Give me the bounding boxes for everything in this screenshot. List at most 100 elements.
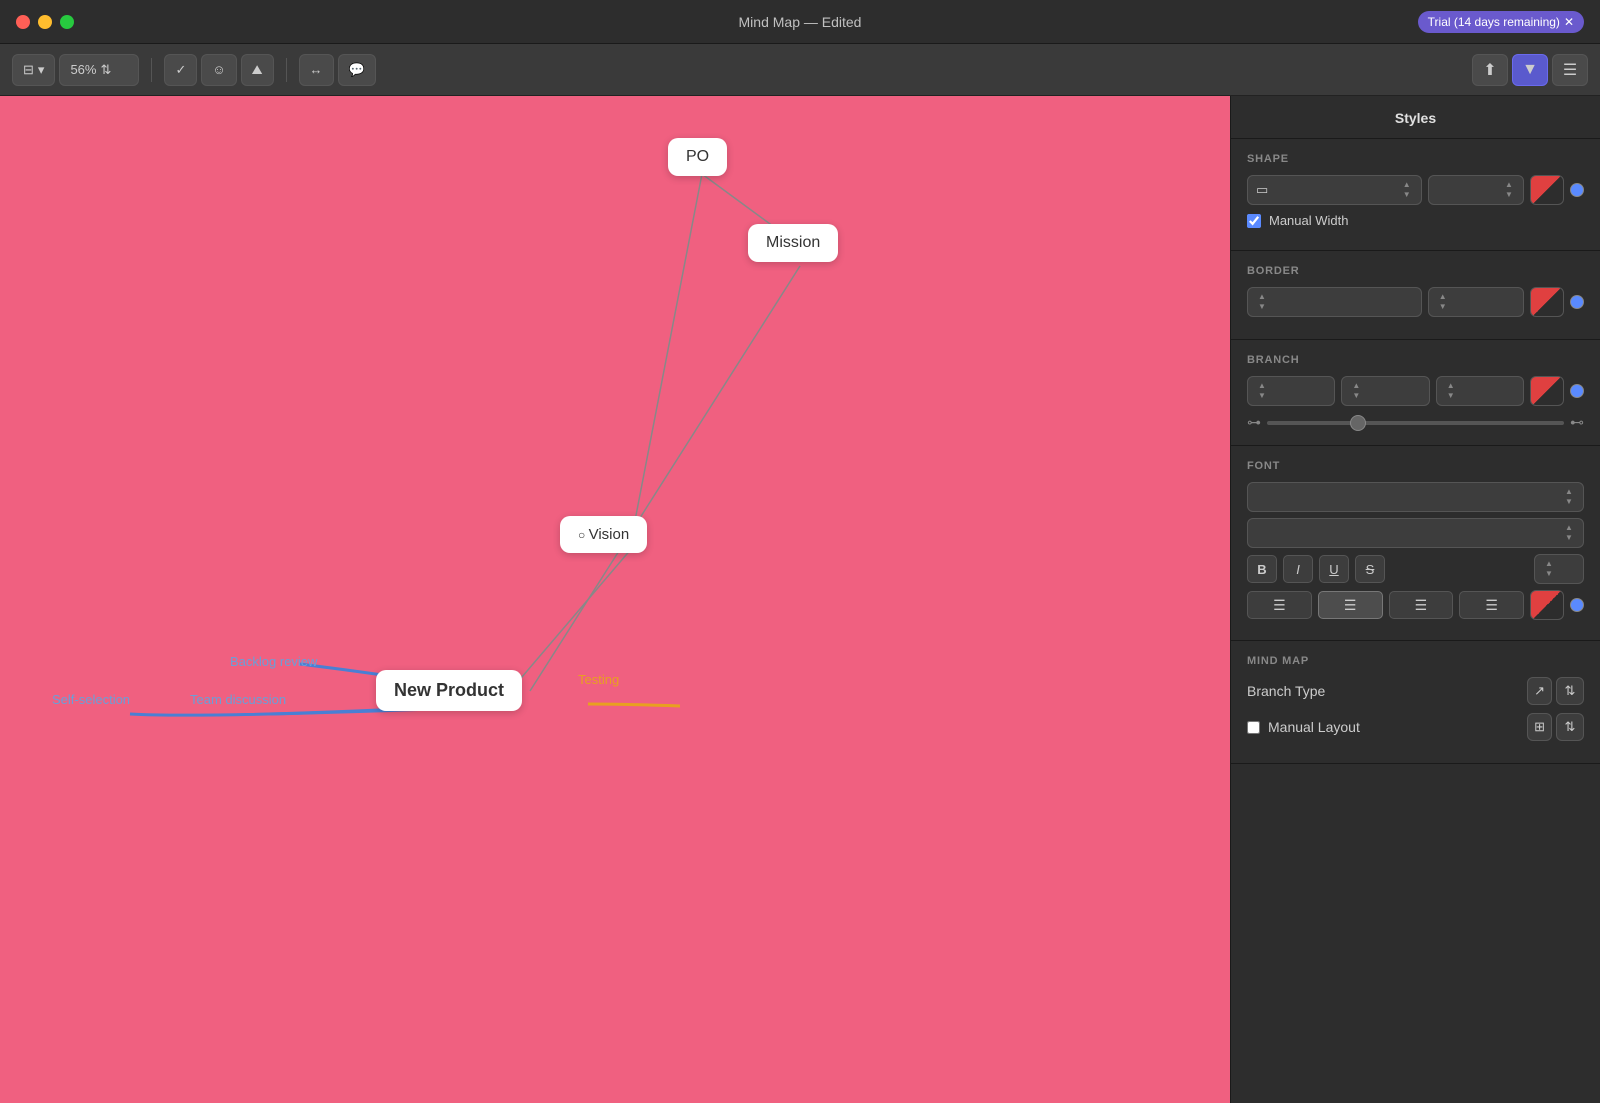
shape-color-swatch[interactable] [1530,175,1564,205]
font-section: FONT ▲▼ ▲▼ B I U S ▲▼ ☰ ☰ [1231,446,1600,641]
manual-layout-control: ⊞ ⇅ [1527,713,1584,741]
shape-section: SHAPE ▭ ▲▼ ▲▼ Manual Width [1231,139,1600,251]
align-justify-button[interactable]: ☰ [1459,591,1524,619]
node-vision[interactable]: Vision [560,516,647,553]
manual-layout-checkbox[interactable] [1247,721,1260,734]
comment-button[interactable]: 💬 [338,54,376,86]
connections-svg [0,96,1230,1103]
zoom-value: 56% [70,62,96,77]
font-color-dot[interactable] [1570,598,1584,612]
branch-thickness-slider[interactable] [1267,421,1564,425]
branch-color-swatch[interactable] [1530,376,1564,406]
canvas[interactable]: PO Mission Vision New Product Backlog re… [0,96,1230,1103]
align-center-button[interactable]: ☰ [1318,591,1383,619]
label-self-selection: Self-selection [52,692,130,707]
border-style-selector[interactable]: ▲▼ [1247,287,1422,317]
minimize-button[interactable] [38,15,52,29]
font-size-stepper[interactable]: ▲▼ [1534,554,1584,584]
manual-layout-stepper[interactable]: ⇅ [1556,713,1584,741]
border-section: BORDER ▲▼ ▲▼ [1231,251,1600,340]
toolbar: ⊟ ▾ 56% ⇅ ✓ ☺ ⛰ ↔ 💬 ⬆ ▼ ☰ [0,44,1600,96]
trial-badge[interactable]: Trial (14 days remaining) ✕ [1418,11,1584,33]
shape-color-dot[interactable] [1570,183,1584,197]
zoom-stepper: ⇅ [100,62,111,78]
branch-start-icon: ⊶ [1247,414,1261,431]
connection-button[interactable]: ↔ [299,54,334,86]
branch-type-stepper[interactable]: ⇅ [1556,677,1584,705]
chevron-down-icon: ▾ [38,62,45,78]
image-button[interactable]: ⛰ [241,54,274,86]
share-button[interactable]: ⬆ [1472,54,1508,86]
shape-selector[interactable]: ▭ ▲▼ [1247,175,1422,205]
align-left-button[interactable]: ☰ [1247,591,1312,619]
mind-map-title: MIND MAP [1247,655,1584,667]
label-backlog-review: Backlog review [230,654,317,669]
layout-buttons: ↔ 💬 [299,54,376,86]
mind-map-section: MIND MAP Branch Type ↗ ⇅ Manual Layout [1231,641,1600,764]
close-icon: ✕ [1564,15,1574,29]
shape-icon: ▭ [1256,182,1268,198]
view-controls: ⊟ ▾ 56% ⇅ [12,54,139,86]
border-size-input[interactable]: ▲▼ [1428,287,1524,317]
border-color-swatch[interactable] [1530,287,1564,317]
fullscreen-button[interactable] [60,15,74,29]
border-color-dot[interactable] [1570,295,1584,309]
layout-icon: ⊞ [1534,719,1545,735]
filter-button[interactable]: ▼ [1512,54,1548,86]
separator-1 [151,58,152,82]
toolbar-right: ⬆ ▼ ☰ [1472,54,1588,86]
styles-panel: Styles SHAPE ▭ ▲▼ ▲▼ Manual Width [1230,96,1600,1103]
border-row: ▲▼ ▲▼ [1247,287,1584,317]
branch-color-dot[interactable] [1570,384,1584,398]
branch-type-label: Branch Type [1247,683,1325,699]
check-button[interactable]: ✓ [164,54,197,86]
action-buttons: ✓ ☺ ⛰ [164,54,273,86]
branch-style-1[interactable]: ▲▼ [1247,376,1335,406]
shape-size-input[interactable]: ▲▼ [1428,175,1524,205]
strikethrough-button[interactable]: S [1355,555,1385,583]
sidebar-toggle[interactable]: ⊟ ▾ [12,54,55,86]
slider-thumb[interactable] [1350,415,1366,431]
underline-button[interactable]: U [1319,555,1349,583]
zoom-control[interactable]: 56% ⇅ [59,54,139,86]
manual-layout-select[interactable]: ⊞ [1527,713,1552,741]
align-right-button[interactable]: ☰ [1389,591,1454,619]
font-color-swatch[interactable] [1530,590,1564,620]
label-team-discussion: Team discussion [190,692,286,707]
branch-row: ▲▼ ▲▼ ▲▼ [1247,376,1584,406]
close-button[interactable] [16,15,30,29]
node-new-product[interactable]: New Product [376,670,522,711]
list-button[interactable]: ☰ [1552,54,1588,86]
font-size-select[interactable]: ▲▼ [1247,518,1584,548]
branch-style-2[interactable]: ▲▼ [1341,376,1429,406]
node-mission[interactable]: Mission [748,224,838,262]
face-button[interactable]: ☺ [201,54,236,86]
font-family-select[interactable]: ▲▼ [1247,482,1584,512]
shape-title: SHAPE [1247,153,1584,165]
manual-width-row: Manual Width [1247,213,1584,228]
panel-title: Styles [1231,96,1600,139]
branch-end-icon: ⊷ [1570,414,1584,431]
window-controls [16,15,74,29]
node-po[interactable]: PO [668,138,727,176]
sidebar-icon: ⊟ [23,62,34,78]
align-row: ☰ ☰ ☰ ☰ [1247,590,1584,620]
branch-type-icon: ↗ [1534,683,1545,699]
branch-type-control: ↗ ⇅ [1527,677,1584,705]
branch-title: BRANCH [1247,354,1584,366]
branch-style-3[interactable]: ▲▼ [1436,376,1524,406]
font-style-row: B I U S ▲▼ [1247,554,1584,584]
font-title: FONT [1247,460,1584,472]
manual-width-checkbox[interactable] [1247,214,1261,228]
titlebar: Mind Map — Edited Trial (14 days remaini… [0,0,1600,44]
italic-button[interactable]: I [1283,555,1313,583]
branch-type-select[interactable]: ↗ [1527,677,1552,705]
branch-slider-row: ⊶ ⊷ [1247,414,1584,431]
manual-layout-label: Manual Layout [1268,719,1360,735]
manual-width-label: Manual Width [1269,213,1348,228]
shape-row-1: ▭ ▲▼ ▲▼ [1247,175,1584,205]
manual-layout-row: Manual Layout ⊞ ⇅ [1247,713,1584,741]
branch-type-row: Branch Type ↗ ⇅ [1247,677,1584,705]
bold-button[interactable]: B [1247,555,1277,583]
branch-section: BRANCH ▲▼ ▲▼ ▲▼ ⊶ ⊷ [1231,340,1600,446]
